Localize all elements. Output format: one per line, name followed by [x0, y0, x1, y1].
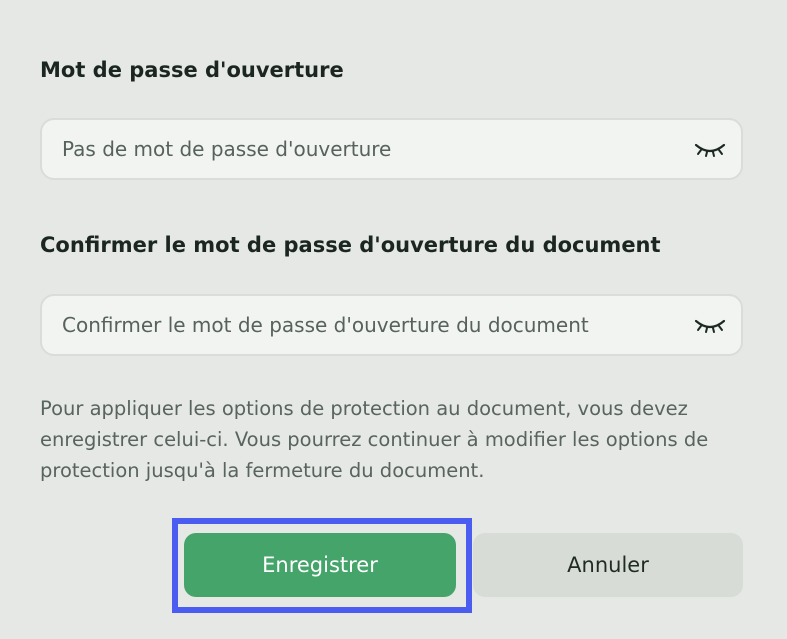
save-button[interactable]: Enregistrer [184, 533, 456, 597]
confirm-password-input[interactable] [62, 296, 682, 354]
open-password-label: Mot de passe d'ouverture [40, 58, 344, 82]
confirm-password-label: Confirmer le mot de passe d'ouverture du… [40, 233, 661, 257]
open-password-field-container [40, 118, 743, 180]
cancel-button[interactable]: Annuler [473, 533, 743, 597]
confirm-password-field-container [40, 294, 743, 356]
eye-closed-icon[interactable] [693, 314, 727, 336]
open-password-input[interactable] [62, 120, 682, 178]
eye-closed-icon[interactable] [693, 138, 727, 160]
protection-info-text: Pour appliquer les options de protection… [40, 397, 709, 482]
